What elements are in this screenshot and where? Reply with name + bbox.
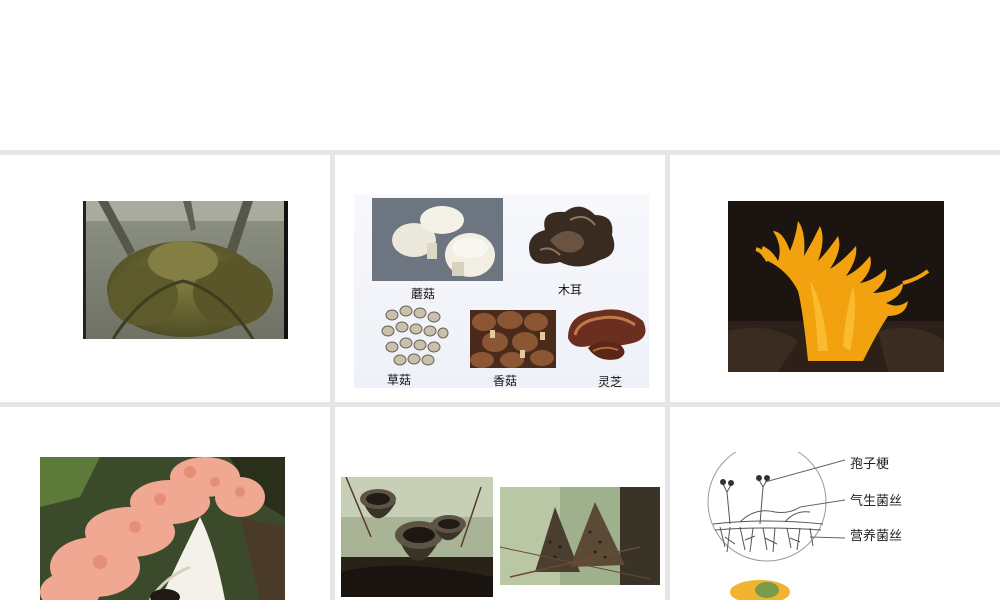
label-aerial-hyphae: 气生菌丝: [850, 494, 903, 509]
pink-coral-fungus-photo: [40, 457, 285, 600]
label-straw-mushroom: 草菇: [387, 373, 412, 387]
slide-canvas: 蘑菇 木耳 草菇 香菇 灵芝 孢子梗 气生菌丝 营养菌丝: [0, 0, 1000, 600]
white-mushroom-photo: [372, 198, 503, 281]
grid-cell-coral-fungus: [670, 155, 1000, 402]
grid-cell-mycelium-diagram: 孢子梗 气生菌丝 营养菌丝: [670, 407, 1000, 600]
grid-cell-pink-coral: [0, 407, 330, 600]
mycelium-diagram: [707, 452, 846, 600]
shiitake-photo: [470, 310, 556, 368]
birds-nest-fungus-photo-left: [341, 477, 493, 597]
yellow-coral-fungus-photo: [728, 201, 944, 372]
label-wood-ear: 木耳: [558, 283, 583, 297]
label-vegetative-hyphae: 营养菌丝: [850, 529, 903, 544]
label-white-mushroom: 蘑菇: [411, 287, 436, 301]
grid-cell-edible-fungi: 蘑菇 木耳 草菇 香菇 灵芝: [335, 155, 665, 402]
grid-cell-mold: [0, 155, 330, 402]
reishi-photo: [568, 309, 646, 360]
label-sporangiophore: 孢子梗: [850, 457, 890, 472]
wood-ear-photo: [529, 206, 615, 267]
straw-mushroom-photo: [381, 305, 449, 366]
mold-photo: [83, 201, 288, 339]
label-shiitake: 香菇: [493, 374, 518, 388]
grid-cell-birds-nest-fungi: [335, 407, 665, 600]
title-area: [0, 0, 1000, 150]
birds-nest-fungus-photo-right: [500, 487, 660, 585]
label-reishi: 灵芝: [598, 375, 623, 389]
